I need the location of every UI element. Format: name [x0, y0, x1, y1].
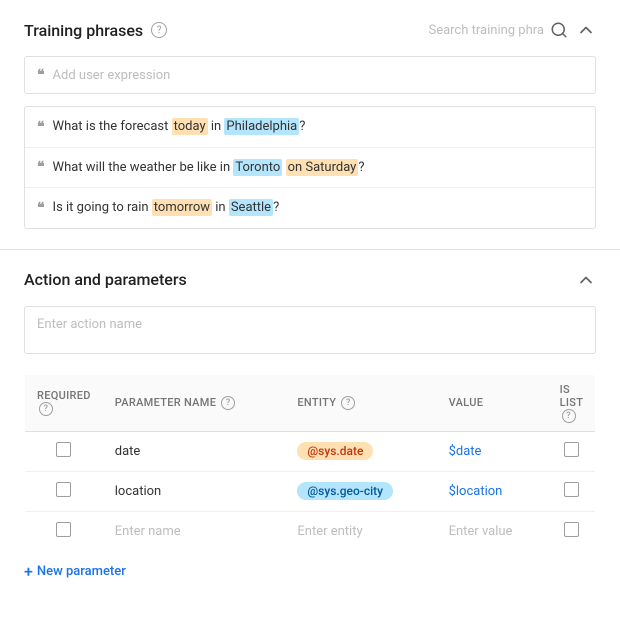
col-value: VALUE: [437, 374, 548, 431]
is-list-info-icon[interactable]: ?: [562, 409, 576, 423]
entity-tag-location: @sys.geo-city: [297, 482, 393, 500]
parameters-table: REQUIRED ? PARAMETER NAME ? ENTITY ? VAL…: [24, 374, 596, 552]
table-row: location @sys.geo-city $location: [25, 471, 596, 511]
required-cell-1: [25, 431, 103, 471]
is-list-checkbox-1[interactable]: [564, 442, 579, 457]
highlight-today: today: [172, 118, 208, 135]
col-parameter-name: PARAMETER NAME ?: [103, 374, 286, 431]
required-checkbox-1[interactable]: [56, 442, 71, 457]
phrase-text-3: Is it going to rain tomorrow in Seattle?: [53, 198, 280, 218]
param-name-cell-2: location: [103, 471, 286, 511]
phrase-row: ❝ Is it going to rain tomorrow in Seattl…: [25, 188, 595, 228]
quote-mark-2: ❝: [37, 159, 45, 175]
highlight-tomorrow: tomorrow: [152, 199, 212, 216]
value-cell-1: $date: [437, 431, 548, 471]
param-name-value-1: date: [115, 444, 141, 459]
value-placeholder-3: Enter value: [449, 524, 513, 539]
quote-mark-1: ❝: [37, 119, 45, 135]
entity-cell-1: @sys.date: [285, 431, 436, 471]
new-parameter-button[interactable]: + New parameter: [24, 564, 596, 580]
is-list-cell-1: [548, 431, 596, 471]
header-right: Search training phra: [428, 20, 596, 40]
required-checkbox-2[interactable]: [56, 482, 71, 497]
is-list-cell-2: [548, 471, 596, 511]
highlight-seattle: Seattle: [229, 199, 273, 216]
table-row: date @sys.date $date: [25, 431, 596, 471]
collapse-action-icon[interactable]: [576, 270, 596, 290]
is-list-checkbox-2[interactable]: [564, 482, 579, 497]
required-cell-2: [25, 471, 103, 511]
entity-placeholder-3: Enter entity: [297, 524, 362, 539]
param-name-value-2: location: [115, 484, 161, 499]
param-name-placeholder-3: Enter name: [115, 524, 181, 539]
highlight-philadelphia: Philadelphia: [224, 118, 299, 135]
phrase-text-2: What will the weather be like in Toronto…: [53, 158, 365, 178]
quote-mark-3: ❝: [37, 200, 45, 216]
training-phrases-title: Training phrases: [24, 21, 143, 40]
phrase-row: ❝ What is the forecast today in Philadel…: [25, 107, 595, 148]
value-cell-2: $location: [437, 471, 548, 511]
required-checkbox-3[interactable]: [56, 522, 71, 537]
phrase-text-1: What is the forecast today in Philadelph…: [53, 117, 306, 137]
action-parameters-header: Action and parameters: [24, 270, 596, 290]
collapse-training-icon[interactable]: [576, 20, 596, 40]
highlight-toronto: Toronto: [233, 159, 282, 176]
entity-info-icon[interactable]: ?: [341, 396, 355, 410]
search-placeholder: Search training phra: [428, 23, 544, 38]
entity-cell-3[interactable]: Enter entity: [285, 511, 436, 551]
add-expression-box[interactable]: ❝ Add user expression: [24, 56, 596, 94]
entity-tag-date: @sys.date: [297, 442, 373, 460]
param-name-info-icon[interactable]: ?: [221, 396, 235, 410]
action-parameters-title: Action and parameters: [24, 270, 187, 289]
required-cell-3: [25, 511, 103, 551]
col-entity: ENTITY ?: [285, 374, 436, 431]
phrase-row: ❝ What will the weather be like in Toron…: [25, 148, 595, 189]
training-phrases-header: Training phrases ? Search training phra: [24, 20, 596, 40]
title-group: Training phrases ?: [24, 21, 167, 40]
action-parameters-section: Action and parameters REQUIRED ? PARAMET…: [0, 250, 620, 600]
search-icon[interactable]: [550, 21, 568, 39]
value-link-location[interactable]: $location: [449, 484, 503, 499]
table-row: Enter name Enter entity Enter value: [25, 511, 596, 551]
value-link-date[interactable]: $date: [449, 444, 482, 459]
training-phrases-section: Training phrases ? Search training phra …: [0, 0, 620, 250]
add-expression-placeholder: Add user expression: [53, 68, 171, 83]
param-name-cell-3[interactable]: Enter name: [103, 511, 286, 551]
search-area: Search training phra: [428, 21, 568, 39]
help-icon[interactable]: ?: [151, 22, 167, 38]
col-required: REQUIRED ?: [25, 374, 103, 431]
quote-mark-add: ❝: [37, 67, 45, 83]
col-is-list: IS LIST ?: [548, 374, 596, 431]
required-info-icon[interactable]: ?: [39, 402, 53, 416]
training-phrases-list: ❝ What is the forecast today in Philadel…: [24, 106, 596, 229]
param-name-cell-1: date: [103, 431, 286, 471]
is-list-checkbox-3[interactable]: [564, 522, 579, 537]
new-param-label: New parameter: [37, 564, 126, 579]
is-list-cell-3: [548, 511, 596, 551]
action-name-input[interactable]: [24, 306, 596, 354]
entity-cell-2: @sys.geo-city: [285, 471, 436, 511]
value-cell-3[interactable]: Enter value: [437, 511, 548, 551]
highlight-on-saturday: on Saturday: [286, 159, 359, 176]
new-param-plus-icon: +: [24, 564, 33, 580]
